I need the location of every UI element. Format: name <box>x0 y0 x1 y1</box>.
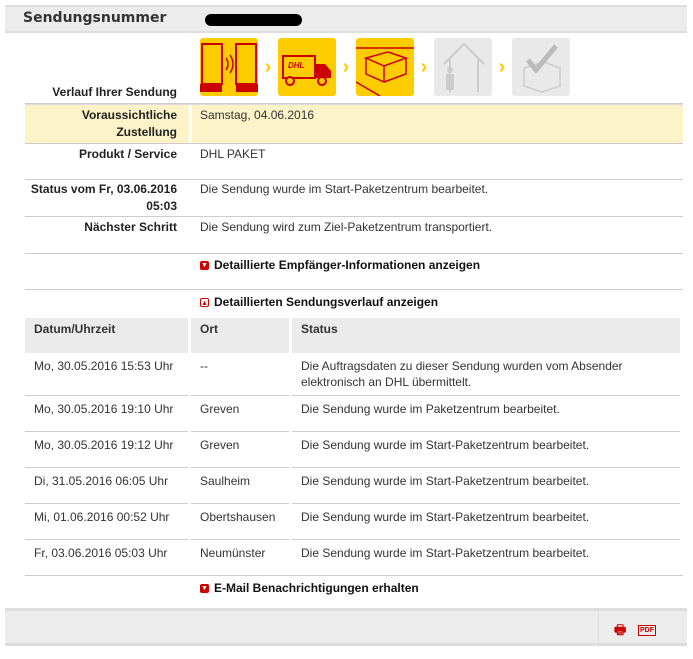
progress-label: Verlauf Ihrer Sendung <box>52 85 177 99</box>
header-bar: Sendungsnummer <box>5 5 687 33</box>
link-label: Detaillierte Empfänger-Informationen anz… <box>214 258 481 272</box>
footer-bar: 🖶 PDF <box>5 608 687 646</box>
chevron-down-icon: ▼ <box>200 260 209 270</box>
detail-value: Samstag, 04.06.2016 <box>200 108 315 122</box>
col-location: Ort <box>189 318 292 353</box>
email-notifications-link[interactable]: ▼ E-Mail Benachrichtigungen erhalten <box>200 581 419 595</box>
shipment-tracking: Sendungsnummer Verlauf Ihrer Sendung › D… <box>0 0 693 659</box>
pdf-icon[interactable]: PDF <box>638 625 656 636</box>
delivery-house-icon <box>434 38 492 96</box>
cell-date: Di, 31.05.2016 06:05 Uhr <box>25 467 191 504</box>
history-table: Datum/Uhrzeit Ort Status Mo, 30.05.2016 … <box>25 318 683 576</box>
svg-text:DHL: DHL <box>288 61 305 70</box>
detail-label: Voraussichtliche Zustellung <box>81 108 177 139</box>
chevron-down-icon: ▼ <box>200 583 209 593</box>
detail-value: Die Sendung wird zum Ziel-Paketzentrum t… <box>200 220 493 234</box>
link-label: E-Mail Benachrichtigungen erhalten <box>214 581 419 595</box>
chevron-right-icon: › <box>264 55 272 78</box>
data-transmitted-icon <box>200 38 258 96</box>
chevron-right-icon: › <box>342 55 350 78</box>
table-row: Mo, 30.05.2016 15:53 Uhr -- Die Auftragsda… <box>25 353 683 396</box>
cell-location: Saulheim <box>189 467 292 504</box>
chevron-right-icon: › <box>420 55 428 78</box>
cell-date: Mo, 30.05.2016 19:12 Uhr <box>25 431 191 468</box>
cell-location: Obertshausen <box>189 503 292 540</box>
detail-value: Die Sendung wurde im Start-Paketzentrum … <box>200 182 489 196</box>
table-row: Mi, 01.06.2016 00:52 Uhr Obertshausen Die … <box>25 503 683 540</box>
show-recipient-info-link[interactable]: ▼ Detaillierte Empfänger-Informationen an… <box>200 258 480 272</box>
cell-date: Mo, 30.05.2016 15:53 Uhr <box>25 353 191 396</box>
truck-icon: DHL <box>278 38 336 96</box>
link-label: Detaillierten Sendungsverlauf anzeigen <box>214 295 439 309</box>
cell-location: -- <box>189 353 292 396</box>
table-row: Di, 31.05.2016 06:05 Uhr Saulheim Die Send… <box>25 467 683 504</box>
tracking-number-label: Sendungsnummer <box>23 10 167 26</box>
cell-date: Mi, 01.06.2016 00:52 Uhr <box>25 503 191 540</box>
table-row: Fr, 03.06.2016 05:03 Uhr Neumünster Die Se… <box>25 539 683 576</box>
parcel-center-icon <box>356 38 414 96</box>
table-row: Mo, 30.05.2016 19:12 Uhr Greven Die Sendun… <box>25 431 683 468</box>
detail-row-status: Status vom Fr, 03.06.2016 05:03 Die Send… <box>25 180 683 217</box>
col-status: Status <box>290 318 683 353</box>
divider <box>25 575 683 576</box>
progress-steps: › DHL › › › <box>200 38 570 96</box>
show-history-link[interactable]: ▲ Detaillierten Sendungsverlauf anzeigen <box>200 295 438 309</box>
detail-label: Produkt / Service <box>78 147 177 161</box>
print-icon[interactable]: 🖶 <box>614 621 626 643</box>
col-date: Datum/Uhrzeit <box>25 318 191 353</box>
cell-location: Greven <box>189 431 292 468</box>
chevron-right-icon: › <box>498 55 506 78</box>
cell-status: Die Sendung wurde im Paketzentrum bearbe… <box>290 395 683 432</box>
detail-label: Nächster Schritt <box>84 220 177 234</box>
cell-status: Die Sendung wurde im Start-Paketzentrum … <box>290 503 683 540</box>
redacted-tracking-number <box>205 14 302 26</box>
chevron-up-icon: ▲ <box>200 297 209 307</box>
cell-status: Die Auftragsdaten zu dieser Sendung wurd… <box>290 353 683 396</box>
cell-status: Die Sendung wurde im Start-Paketzentrum … <box>290 431 683 468</box>
detail-row-product: Produkt / Service DHL PAKET <box>25 143 683 180</box>
detail-label: Status vom Fr, 03.06.2016 05:03 <box>30 182 177 213</box>
cell-location: Neumünster <box>189 539 292 576</box>
cell-location: Greven <box>189 395 292 432</box>
detail-value: DHL PAKET <box>200 147 266 161</box>
cell-date: Mo, 30.05.2016 19:10 Uhr <box>25 395 191 432</box>
detail-row-delivery: Voraussichtliche Zustellung Samstag, 04.… <box>25 104 683 144</box>
detail-row-next-step: Nächster Schritt Die Sendung wird zum Zi… <box>25 217 683 254</box>
cell-status: Die Sendung wurde im Start-Paketzentrum … <box>290 467 683 504</box>
table-row: Mo, 30.05.2016 19:10 Uhr Greven Die Sendun… <box>25 395 683 432</box>
cell-status: Die Sendung wurde im Start-Paketzentrum … <box>290 539 683 576</box>
cell-date: Fr, 03.06.2016 05:03 Uhr <box>25 539 191 576</box>
delivered-check-icon <box>512 38 570 96</box>
